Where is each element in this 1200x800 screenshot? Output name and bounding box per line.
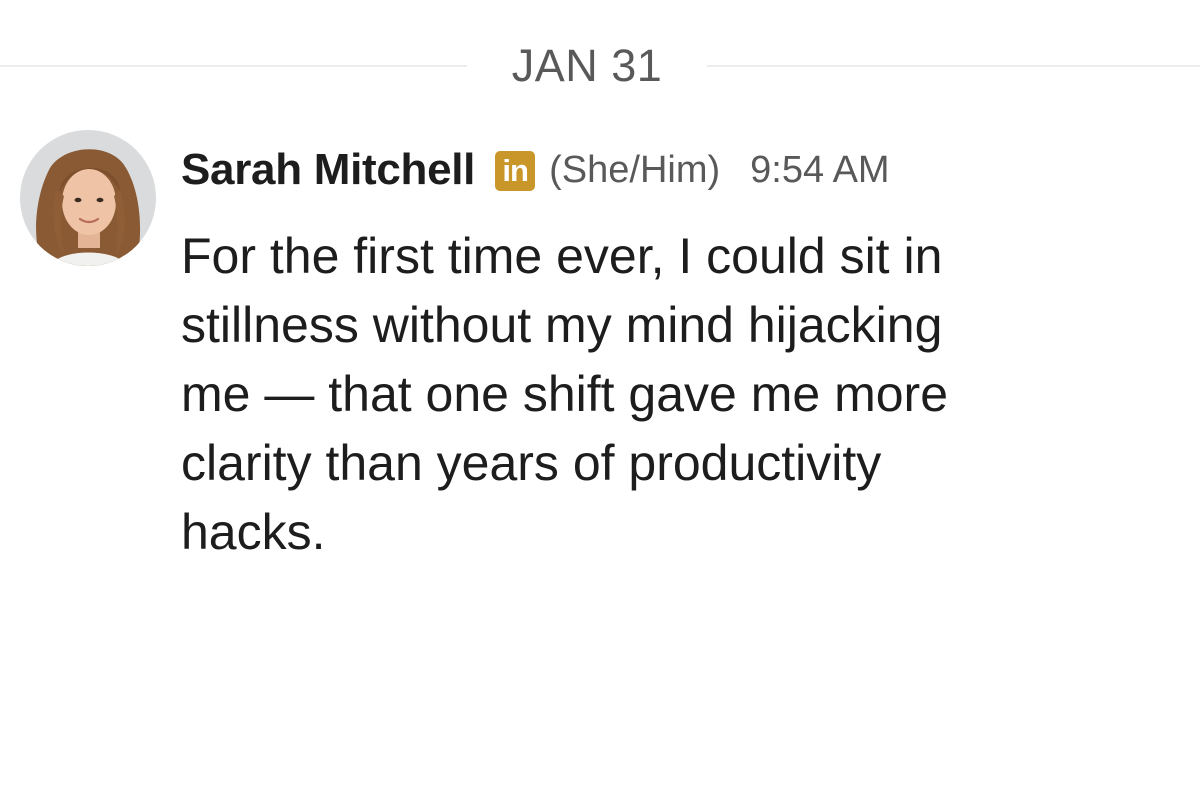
message-line: stillness without my mind hijacking xyxy=(181,297,943,353)
message-line: me — that one shift gave me more xyxy=(181,366,949,422)
avatar[interactable] xyxy=(20,130,156,266)
sender-name[interactable]: Sarah Mitchell xyxy=(181,145,475,195)
divider-line-left xyxy=(0,65,467,67)
divider-line-right xyxy=(707,65,1200,67)
pronouns: (She/Him) xyxy=(549,148,721,191)
timestamp[interactable]: 9:54 AM xyxy=(750,149,889,192)
avatar-photo xyxy=(20,130,156,266)
message-line: For the first time ever, I could sit in xyxy=(181,228,943,284)
message-line: hacks. xyxy=(181,504,326,560)
linkedin-icon[interactable]: in xyxy=(495,151,536,191)
date-label: JAN 31 xyxy=(511,40,663,91)
message-line: clarity than years of productivity xyxy=(181,435,882,491)
message-header: Sarah Mitchell in (She/Him) 9:54 AM xyxy=(181,142,890,198)
date-divider: JAN 31 xyxy=(0,38,1200,94)
message-body: For the first time ever, I could sit in … xyxy=(181,222,1141,567)
